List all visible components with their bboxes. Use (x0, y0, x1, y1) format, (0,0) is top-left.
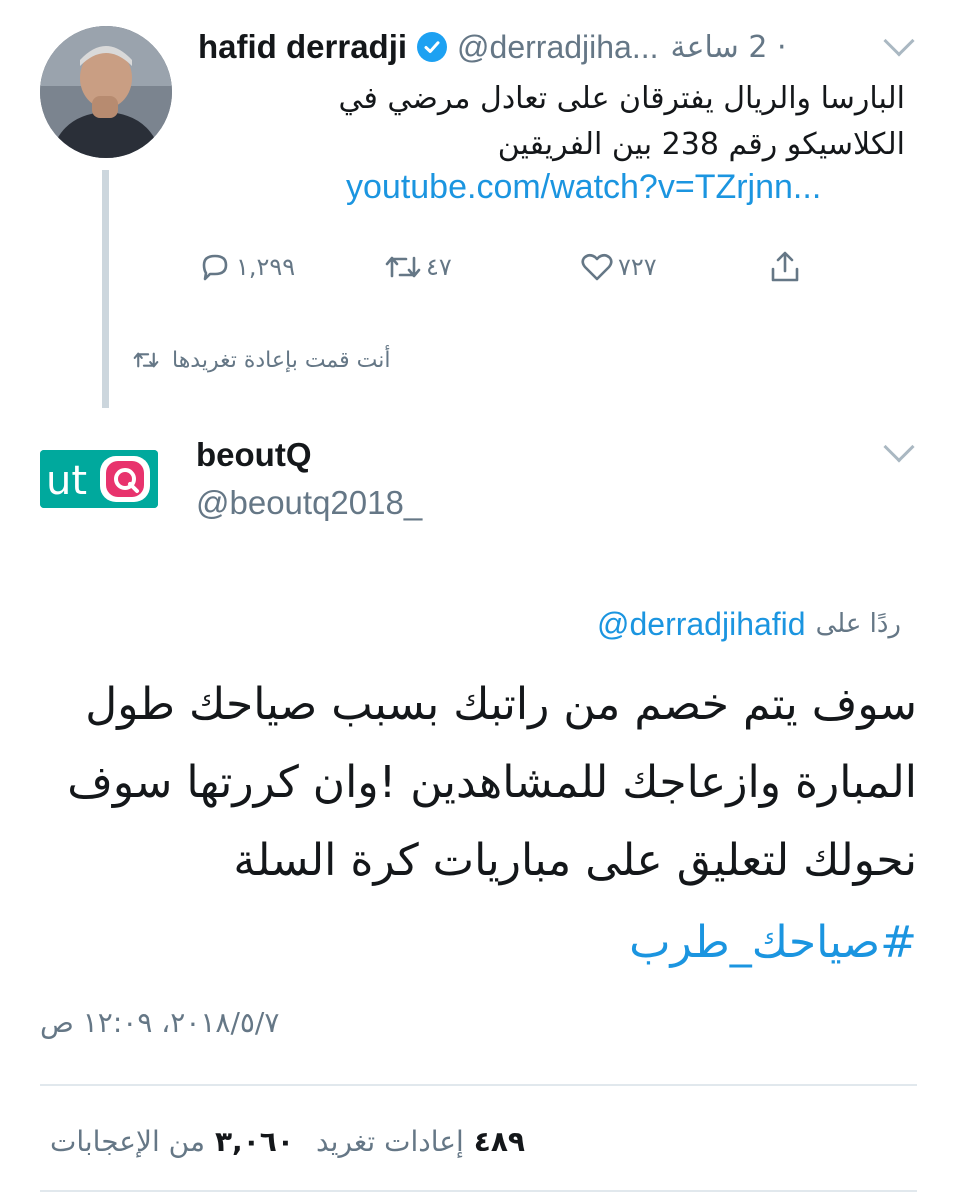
retweeted-label: أنت قمت بإعادة تغريدها (172, 347, 391, 373)
quoted-tweet-text: البارسا والريال يفترقان على تعادل مرضي ف… (215, 76, 906, 168)
tweet-text-line: المبارة وازعاجك للمشاهدين !وان كررتها سو… (67, 757, 917, 808)
quoted-tweet-header: hafid derradji @derradjiha... · 2 ساعة (198, 22, 918, 72)
reply-to-label: ردًا على (815, 609, 901, 639)
hashtag-link[interactable]: #صياحك_طرب (317, 908, 917, 978)
retweet-count: ٤٧ (426, 253, 452, 281)
reply-context: @derradjihafid ردًا على (401, 602, 901, 646)
reply-icon (202, 254, 228, 281)
divider (40, 1190, 917, 1192)
quoted-tweet-time[interactable]: · 2 ساعة (671, 30, 787, 65)
quoted-tweet-author-handle[interactable]: @derradjiha... (457, 29, 658, 66)
quoted-tweet-link[interactable]: youtube.com/watch?v=TZrjnn... (346, 168, 926, 207)
retweet-icon (133, 352, 159, 368)
chevron-down-icon[interactable] (883, 431, 915, 463)
likes-label: من الإعجابات (50, 1124, 205, 1158)
quoted-tweet-text-line: الكلاسيكو رقم 238 بين الفريقين (497, 127, 905, 162)
svg-text:ut: ut (46, 458, 87, 504)
like-count: ٧٢٧ (618, 253, 657, 281)
quoted-tweet-author-name[interactable]: hafid derradji (198, 28, 407, 66)
reply-to-handle[interactable]: @derradjihafid (597, 606, 806, 643)
reply-button[interactable]: ١,٢٩٩ (198, 244, 295, 290)
tweet-text-line: سوف يتم خصم من راتبك بسبب صياحك طول (85, 679, 917, 730)
tweet-stats: ٤٨٩ إعادات تغريد ٣,٠٦٠ من الإعجابات (40, 1118, 917, 1164)
thread-line (102, 170, 109, 408)
reply-count: ١,٢٩٩ (236, 253, 296, 281)
like-button[interactable]: ٧٢٧ (580, 244, 657, 290)
share-button[interactable] (768, 244, 802, 290)
retweet-icon (385, 256, 421, 278)
verified-badge-icon (417, 32, 448, 62)
tweet-author-handle[interactable]: @beoutq2018_ (196, 484, 422, 522)
retweets-label: إعادات تغريد (315, 1124, 464, 1158)
retweet-button[interactable]: ٤٧ (384, 244, 452, 290)
beoutq-logo[interactable]: ut (40, 450, 158, 508)
retweeted-indicator: أنت قمت بإعادة تغريدها (132, 340, 532, 380)
share-icon (771, 251, 799, 282)
tweet-author-name[interactable]: beoutQ (196, 436, 311, 474)
tweet-text-line: نحولك لتعليق على مباريات كرة السلة (233, 835, 917, 886)
divider (40, 1084, 917, 1086)
quoted-tweet-actions: ١,٢٩٩ ٤٧ ٧٢٧ (198, 244, 818, 290)
quoted-tweet-text-line: البارسا والريال يفترقان على تعادل مرضي ف… (338, 81, 906, 116)
likes-count: ٣,٠٦٠ (214, 1124, 294, 1158)
tweet-text: سوف يتم خصم من راتبك بسبب صياحك طول المب… (37, 666, 917, 900)
like-icon (581, 253, 613, 281)
tweet-timestamp[interactable]: ٢٠١٨/٥/٧، ١٢:٠٩ ص (40, 1006, 640, 1039)
retweets-count: ٤٨٩ (473, 1124, 526, 1158)
retweets-stat[interactable]: ٤٨٩ إعادات تغريد (306, 1125, 525, 1158)
avatar-hafid-derradji[interactable] (40, 26, 172, 158)
likes-stat[interactable]: ٣,٠٦٠ من الإعجابات (40, 1125, 294, 1158)
tweet-timestamp-text: ٢٠١٨/٥/٧، ١٢:٠٩ ص (40, 1006, 280, 1039)
